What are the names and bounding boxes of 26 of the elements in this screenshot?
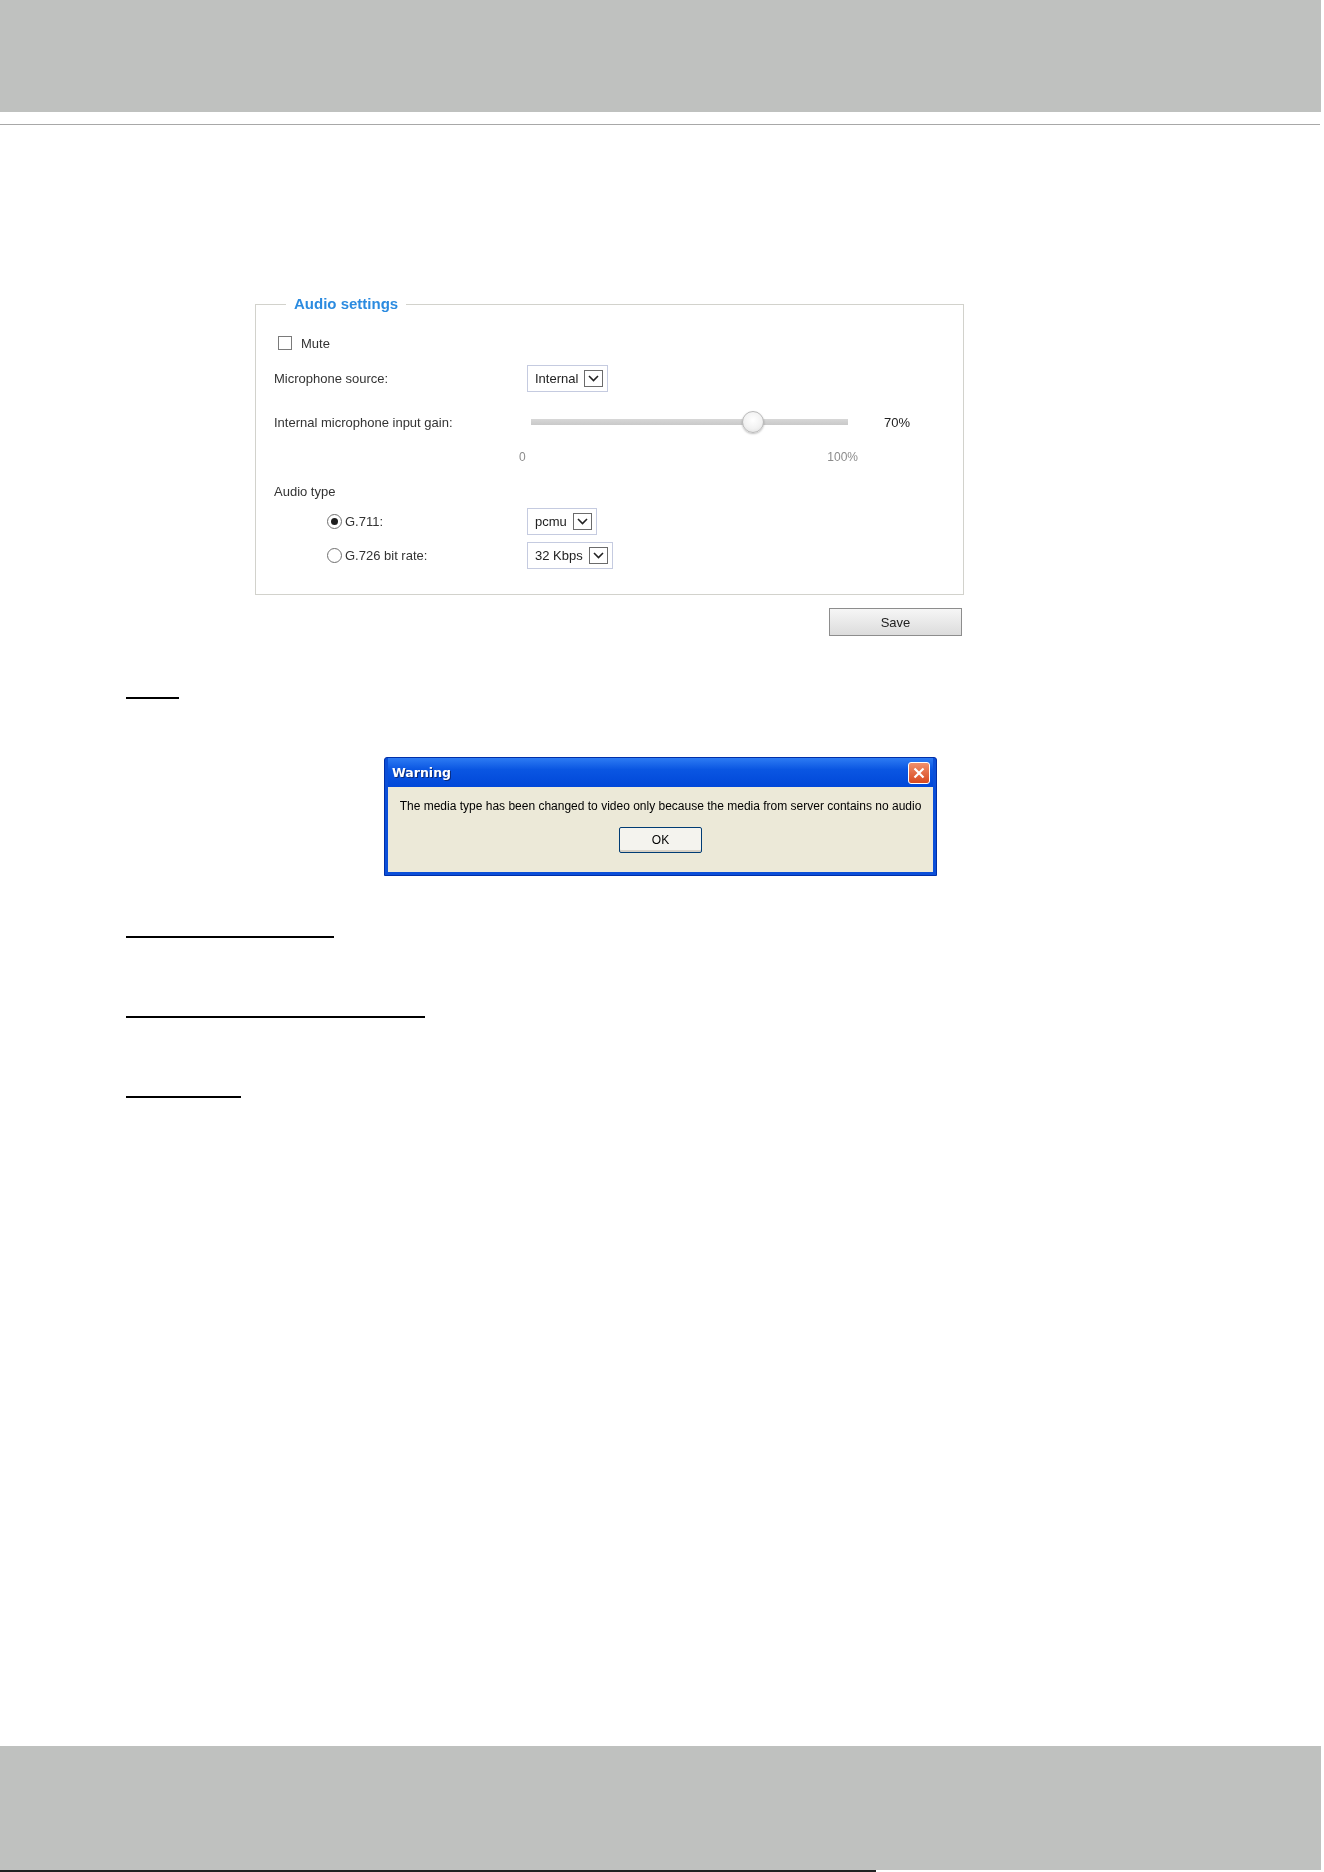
save-button[interactable]: Save bbox=[829, 608, 962, 636]
gain-reading: 70% bbox=[884, 414, 911, 430]
microphone-source-dropdown[interactable]: Internal bbox=[527, 364, 609, 392]
slider-thumb[interactable] bbox=[741, 411, 764, 433]
panel-title: Audio settings bbox=[293, 295, 400, 313]
codec-label: G.711: bbox=[345, 513, 384, 529]
ok-button[interactable]: OK bbox=[619, 827, 702, 853]
mute-label: Mute bbox=[301, 335, 330, 351]
dialog-title: Warning bbox=[392, 765, 451, 780]
input-gain-label: Internal microphone input gain: bbox=[274, 414, 453, 430]
dialog-message: The media type has been changed to video only because the media from server contains no audio bbox=[399, 799, 922, 813]
scale-max-label: 100% bbox=[827, 450, 858, 464]
chevron-down-icon bbox=[572, 512, 592, 530]
codec-dropdown[interactable]: 32 Kbps bbox=[527, 541, 613, 569]
chevron-down-icon bbox=[584, 369, 604, 387]
chevron-down-icon bbox=[588, 546, 608, 564]
mute-checkbox[interactable] bbox=[278, 336, 292, 350]
audio-type-label: Audio type bbox=[274, 483, 336, 499]
microphone-source-label: Microphone source: bbox=[274, 370, 389, 386]
codec-label: G.726 bit rate: bbox=[345, 547, 428, 563]
radio-button[interactable] bbox=[327, 547, 342, 563]
close-icon bbox=[913, 766, 925, 779]
scale-min-label: 0 bbox=[519, 450, 526, 464]
close-button[interactable] bbox=[908, 761, 930, 784]
codec-dropdown[interactable]: pcmu bbox=[527, 507, 597, 535]
radio-button[interactable] bbox=[327, 513, 342, 529]
